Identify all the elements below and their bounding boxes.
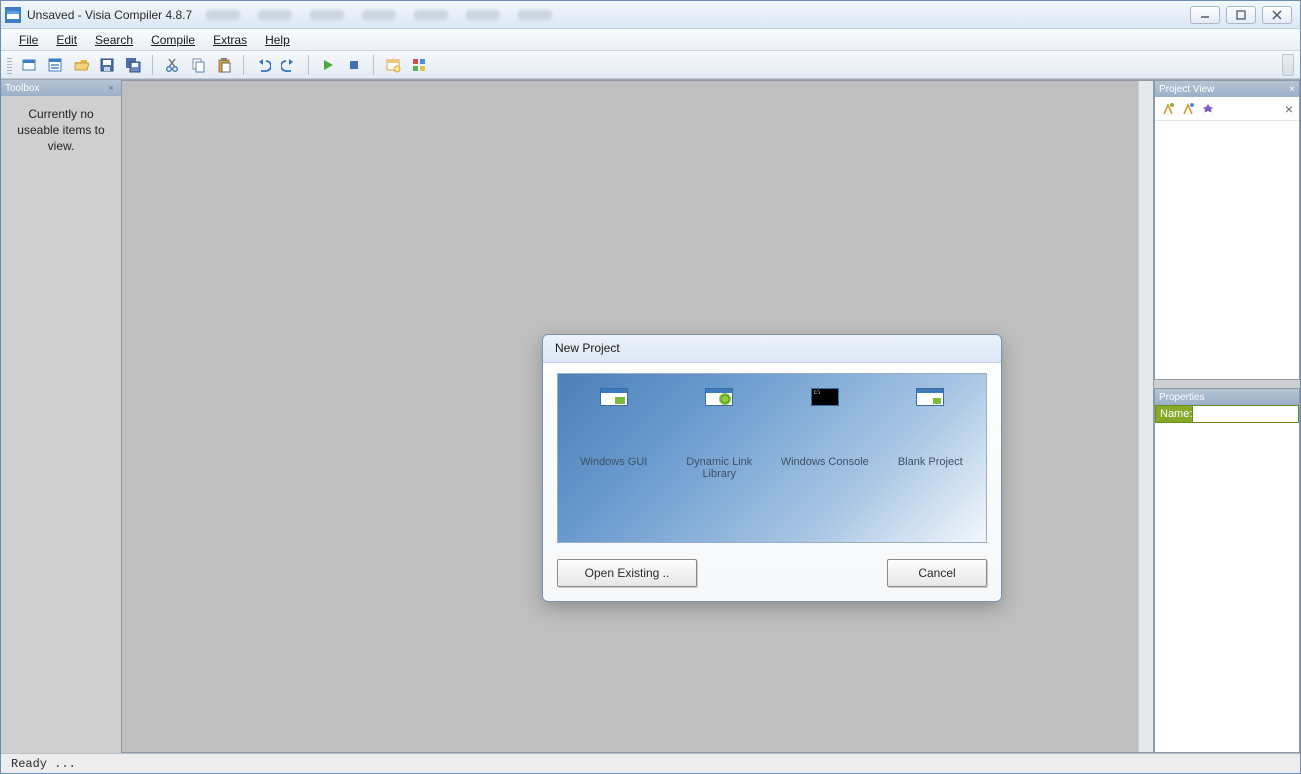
menu-file[interactable]: File (11, 31, 46, 49)
project-view-panel: Project View × × (1154, 80, 1300, 380)
toolbar-separator (308, 55, 309, 75)
windows-gui-icon (600, 388, 628, 406)
property-row-name: Name: (1155, 405, 1299, 423)
new-project-icon[interactable] (18, 54, 40, 76)
menu-search[interactable]: Search (87, 31, 141, 49)
toolbar-separator (373, 55, 374, 75)
vertical-scrollbar[interactable] (1138, 81, 1153, 752)
toolbox-title-label: Toolbox (5, 83, 39, 94)
toolbox-empty-text: Currently no useable items to view. (1, 96, 121, 165)
menu-help[interactable]: Help (257, 31, 298, 49)
new-form-icon[interactable] (44, 54, 66, 76)
app-icon (5, 7, 21, 23)
project-view-close-icon[interactable]: × (1289, 84, 1295, 95)
save-all-icon[interactable] (122, 54, 144, 76)
template-label: Windows Console (781, 456, 869, 468)
project-view-title: Project View × (1155, 81, 1299, 97)
statusbar: Ready ... (1, 753, 1300, 773)
menu-extras[interactable]: Extras (205, 31, 255, 49)
pv-icon-2[interactable] (1181, 102, 1195, 116)
toolbox-panel: Toolbox × Currently no useable items to … (1, 80, 121, 753)
new-project-dialog: New Project Windows GUI Dynamic Link Lib… (542, 334, 1002, 602)
dialog-body: Windows GUI Dynamic Link Library Windows… (543, 363, 1001, 601)
template-label: Dynamic Link Library (670, 456, 770, 480)
minimize-button[interactable] (1190, 6, 1220, 24)
maximize-button[interactable] (1226, 6, 1256, 24)
titlebar-blurred-text (206, 10, 552, 20)
paste-icon[interactable] (213, 54, 235, 76)
client-area: Toolbox × Currently no useable items to … (1, 79, 1300, 753)
property-name-value[interactable] (1193, 405, 1299, 423)
pv-icon-3[interactable] (1201, 102, 1215, 116)
right-column: Project View × × Properties Name: (1154, 80, 1300, 753)
toolbar-separator (152, 55, 153, 75)
palette-icon[interactable] (408, 54, 430, 76)
template-label: Windows GUI (580, 456, 647, 468)
pv-icon-1[interactable] (1161, 102, 1175, 116)
toolbar (1, 51, 1300, 79)
toolbar-overflow[interactable] (1282, 54, 1294, 76)
undo-icon[interactable] (252, 54, 274, 76)
stop-icon[interactable] (343, 54, 365, 76)
template-blank[interactable]: Blank Project (881, 388, 981, 532)
menu-edit[interactable]: Edit (48, 31, 85, 49)
template-area: Windows GUI Dynamic Link Library Windows… (557, 373, 987, 543)
project-view-title-label: Project View (1159, 84, 1214, 95)
blank-project-icon (916, 388, 944, 406)
editor-area: New Project Windows GUI Dynamic Link Lib… (121, 80, 1154, 753)
template-label: Blank Project (898, 456, 963, 468)
status-text: Ready ... (11, 757, 76, 771)
app-window: Unsaved - Visia Compiler 4.8.7 File Edit… (0, 0, 1301, 774)
dll-icon (705, 388, 733, 406)
save-icon[interactable] (96, 54, 118, 76)
template-dll[interactable]: Dynamic Link Library (670, 388, 770, 532)
console-icon (811, 388, 839, 406)
play-icon[interactable] (317, 54, 339, 76)
template-windows-gui[interactable]: Windows GUI (564, 388, 664, 532)
dialog-title: New Project (543, 335, 1001, 363)
open-existing-button[interactable]: Open Existing .. (557, 559, 697, 587)
redo-icon[interactable] (278, 54, 300, 76)
properties-title: Properties (1155, 389, 1299, 405)
toolbox-title: Toolbox × (1, 80, 121, 96)
open-icon[interactable] (70, 54, 92, 76)
property-name-label: Name: (1155, 405, 1193, 423)
menu-compile[interactable]: Compile (143, 31, 203, 49)
titlebar: Unsaved - Visia Compiler 4.8.7 (1, 1, 1300, 29)
new-window-icon[interactable] (382, 54, 404, 76)
properties-panel: Properties Name: (1154, 388, 1300, 753)
cut-icon[interactable] (161, 54, 183, 76)
toolbar-separator (243, 55, 244, 75)
template-console[interactable]: Windows Console (775, 388, 875, 532)
cancel-button[interactable]: Cancel (887, 559, 987, 587)
toolbox-close-icon[interactable]: × (105, 82, 117, 94)
close-button[interactable] (1262, 6, 1292, 24)
dialog-buttons: Open Existing .. Cancel (557, 559, 987, 587)
toolbar-grip (7, 56, 12, 74)
window-title: Unsaved - Visia Compiler 4.8.7 (27, 8, 192, 22)
copy-icon[interactable] (187, 54, 209, 76)
project-view-toolbar: × (1155, 97, 1299, 121)
pv-collapse-icon[interactable]: × (1285, 101, 1293, 117)
window-controls (1190, 6, 1296, 24)
menubar: File Edit Search Compile Extras Help (1, 29, 1300, 51)
